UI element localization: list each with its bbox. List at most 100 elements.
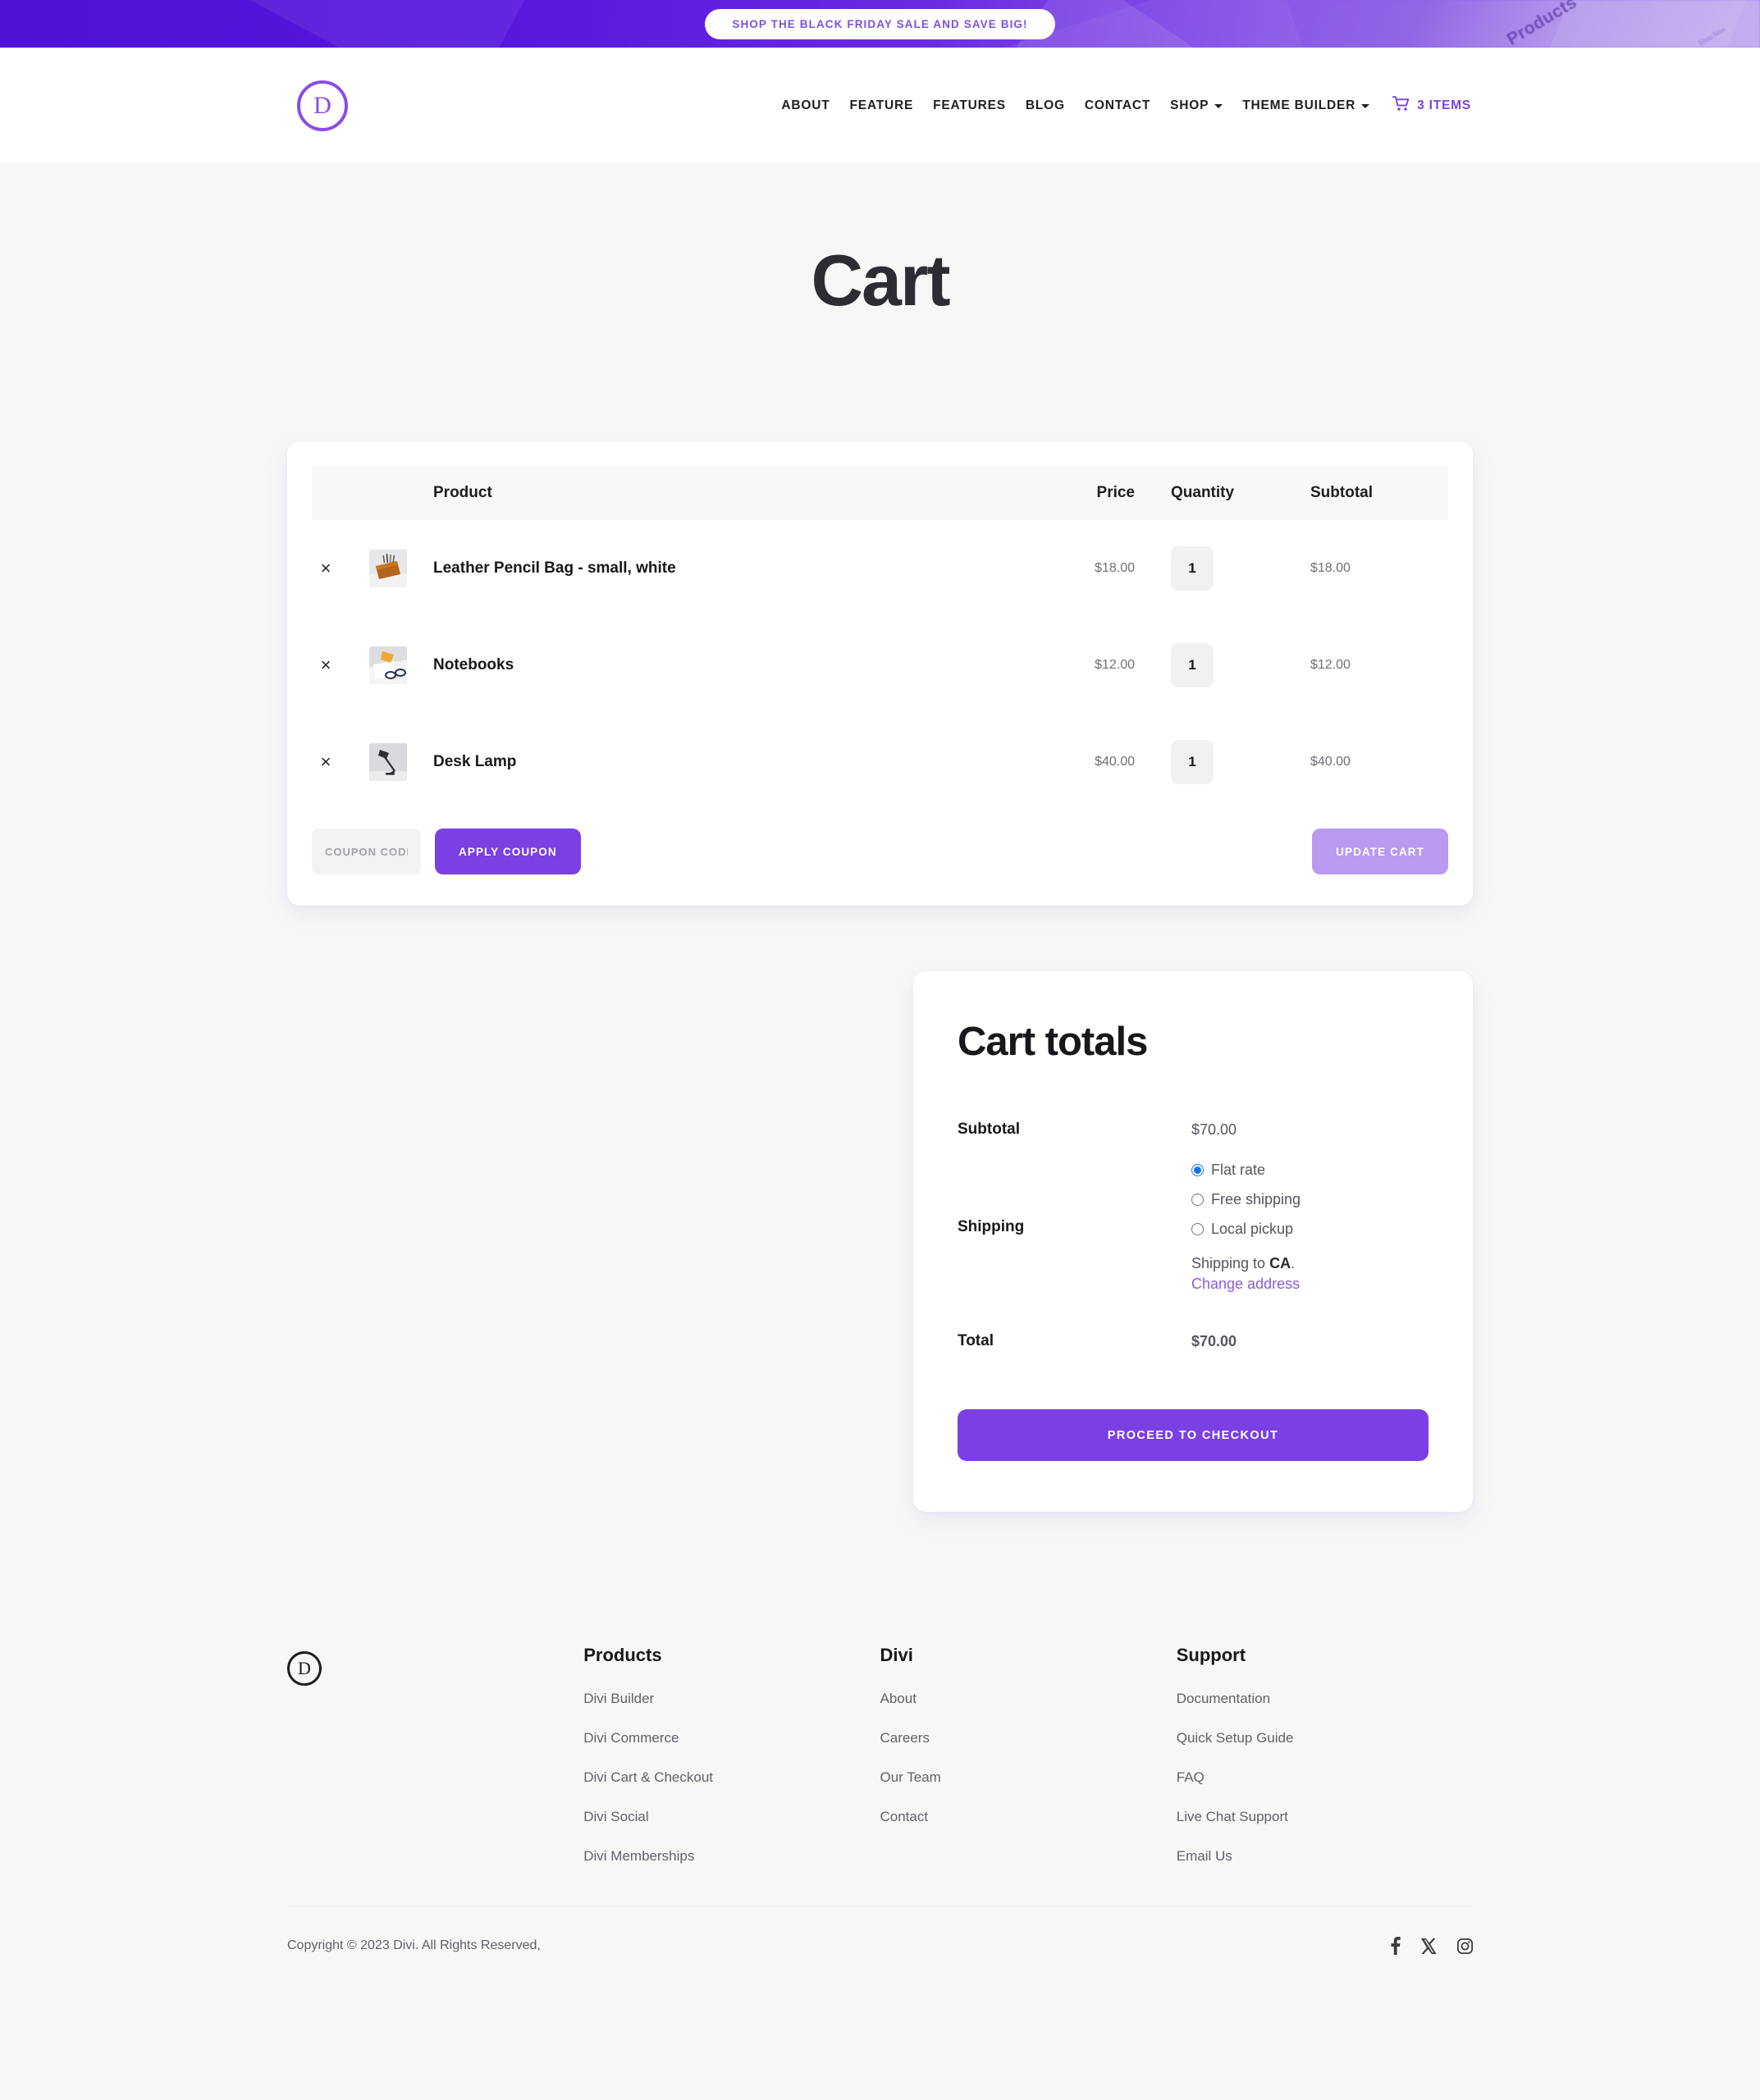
cell-quantity	[1153, 617, 1292, 714]
cell-remove: ×	[312, 714, 369, 810]
shipping-option-label: Local pickup	[1211, 1221, 1294, 1237]
cell-thumbnail	[369, 520, 433, 617]
cart-link[interactable]: 3 ITEMS	[1379, 95, 1471, 116]
facebook-icon[interactable]	[1390, 1937, 1401, 1955]
cell-price: $18.00	[1095, 561, 1135, 575]
shipping-to-region: CA	[1269, 1255, 1291, 1271]
chevron-down-icon	[1214, 104, 1223, 108]
footer-link-documentation[interactable]: Documentation	[1177, 1691, 1473, 1707]
cell-thumbnail	[369, 617, 433, 714]
cell-thumbnail	[369, 714, 433, 810]
footer-brand: D	[287, 1645, 583, 1686]
apply-coupon-button[interactable]: APPLY COUPON	[435, 829, 581, 874]
footer-bottom-bar: Copyright © 2023 Divi. All Rights Reserv…	[287, 1906, 1473, 1955]
shipping-option-free-shipping[interactable]: Free shipping	[1191, 1191, 1429, 1208]
footer-link-divi-commerce[interactable]: Divi Commerce	[583, 1730, 880, 1746]
footer-link-quick-setup-guide[interactable]: Quick Setup Guide	[1177, 1730, 1473, 1746]
coupon-code-input[interactable]	[312, 829, 421, 874]
quantity-stepper[interactable]	[1171, 643, 1214, 687]
footer-heading-support: Support	[1176, 1645, 1246, 1665]
shipping-destination: Shipping to CA.	[1191, 1255, 1429, 1272]
instagram-icon[interactable]	[1457, 1938, 1473, 1954]
cart-table: Product Price Quantity Subtotal × Leathe…	[312, 466, 1448, 810]
remove-item-icon[interactable]: ×	[312, 753, 340, 771]
nav-item-theme-builder[interactable]: THEME BUILDER	[1232, 98, 1379, 113]
footer-link-email-us[interactable]: Email Us	[1177, 1848, 1473, 1865]
column-header-thumbnail	[369, 466, 433, 520]
cell-remove: ×	[312, 520, 369, 617]
shipping-to-suffix: .	[1291, 1255, 1296, 1271]
x-twitter-icon[interactable]	[1421, 1938, 1437, 1954]
remove-item-icon[interactable]: ×	[312, 559, 340, 578]
cart-totals-table: Subtotal $70.00 Shipping Flat rate Free …	[958, 1109, 1429, 1362]
footer-link-faq[interactable]: FAQ	[1177, 1769, 1473, 1786]
table-row: ×	[312, 617, 1448, 714]
shipping-options-cell: Flat rate Free shipping Local pickup Shi…	[1191, 1150, 1429, 1304]
cart-table-header-row: Product Price Quantity Subtotal	[312, 466, 1448, 520]
cell-subtotal: $12.00	[1310, 658, 1351, 672]
total-value: $70.00	[1191, 1332, 1237, 1349]
copyright-text: Copyright © 2023 Divi. All Rights Reserv…	[287, 1938, 541, 1952]
nav-item-shop[interactable]: SHOP	[1160, 98, 1232, 113]
nav-item-contact[interactable]: CONTACT	[1075, 98, 1160, 113]
cell-product-name: Desk Lamp	[433, 714, 1030, 810]
product-link[interactable]: Desk Lamp	[433, 753, 516, 770]
footer-link-divi-memberships[interactable]: Divi Memberships	[583, 1848, 880, 1865]
notebooks-thumbnail[interactable]	[369, 646, 407, 684]
nav-item-features[interactable]: FEATURES	[923, 98, 1016, 113]
footer-link-divi-builder[interactable]: Divi Builder	[583, 1691, 880, 1707]
shipping-radio-local-pickup[interactable]	[1191, 1223, 1204, 1235]
promo-decor-shape-1	[246, 0, 542, 48]
nav-item-blog[interactable]: BLOG	[1016, 98, 1075, 113]
column-header-quantity: Quantity	[1153, 466, 1292, 520]
nav-label: CONTACT	[1084, 98, 1151, 112]
footer-link-contact[interactable]: Contact	[880, 1809, 1177, 1825]
footer-link-about[interactable]: About	[880, 1691, 1177, 1707]
divi-footer-logo-icon[interactable]: D	[287, 1651, 322, 1686]
footer-link-our-team[interactable]: Our Team	[880, 1769, 1177, 1786]
nav-label: THEME BUILDER	[1242, 98, 1356, 112]
cart-table-head: Product Price Quantity Subtotal	[312, 466, 1448, 520]
shopping-cart-icon	[1392, 95, 1410, 116]
column-header-product: Product	[433, 466, 1030, 520]
nav-label: ABOUT	[781, 98, 830, 112]
subtotal-row: Subtotal $70.00	[958, 1109, 1429, 1150]
update-cart-button[interactable]: UPDATE CART	[1312, 829, 1448, 874]
footer-link-careers[interactable]: Careers	[880, 1730, 1177, 1746]
total-row: Total $70.00	[958, 1304, 1429, 1362]
main-container: Product Price Quantity Subtotal × Leathe…	[287, 441, 1473, 1512]
page-title: Cart	[811, 240, 950, 321]
shipping-radio-free-shipping[interactable]	[1191, 1194, 1204, 1206]
shipping-option-local-pickup[interactable]: Local pickup	[1191, 1221, 1429, 1238]
footer-link-divi-social[interactable]: Divi Social	[583, 1809, 880, 1825]
footer-link-divi-cart-checkout[interactable]: Divi Cart & Checkout	[583, 1769, 880, 1786]
shipping-row: Shipping Flat rate Free shipping Local p…	[958, 1150, 1429, 1304]
nav-label: SHOP	[1170, 98, 1209, 112]
nav-item-feature[interactable]: FEATURE	[839, 98, 923, 113]
cart-totals-body: Subtotal $70.00 Shipping Flat rate Free …	[958, 1109, 1429, 1362]
cell-price: $12.00	[1095, 658, 1135, 672]
footer-link-live-chat-support[interactable]: Live Chat Support	[1177, 1809, 1473, 1825]
cell-price: $40.00	[1095, 755, 1135, 769]
quantity-stepper[interactable]	[1171, 546, 1214, 591]
desk-lamp-thumbnail[interactable]	[369, 743, 407, 781]
cart-items-card: Product Price Quantity Subtotal × Leathe…	[287, 441, 1473, 906]
table-row: ×	[312, 714, 1448, 810]
divi-logo-icon[interactable]: D	[297, 80, 348, 131]
product-link[interactable]: Leather Pencil Bag - small, white	[433, 559, 676, 577]
remove-item-icon[interactable]: ×	[312, 656, 340, 674]
shipping-option-flat-rate[interactable]: Flat rate	[1191, 1162, 1429, 1179]
leather-pencil-bag-thumbnail[interactable]	[369, 550, 407, 587]
change-address-link[interactable]: Change address	[1191, 1276, 1429, 1293]
promo-sale-button[interactable]: SHOP THE BLACK FRIDAY SALE AND SAVE BIG!	[705, 8, 1055, 39]
cell-product-name: Leather Pencil Bag - small, white	[433, 520, 1030, 617]
nav-item-about[interactable]: ABOUT	[771, 98, 839, 113]
footer-heading-divi: Divi	[880, 1645, 913, 1665]
subtotal-label: Subtotal	[958, 1121, 1020, 1138]
cart-actions-bar: APPLY COUPON UPDATE CART	[312, 810, 1448, 874]
shipping-radio-flat-rate[interactable]	[1191, 1164, 1204, 1176]
shipping-to-prefix: Shipping to	[1191, 1255, 1270, 1271]
quantity-stepper[interactable]	[1171, 740, 1214, 784]
product-link[interactable]: Notebooks	[433, 656, 514, 673]
proceed-to-checkout-button[interactable]: PROCEED TO CHECKOUT	[958, 1409, 1429, 1461]
